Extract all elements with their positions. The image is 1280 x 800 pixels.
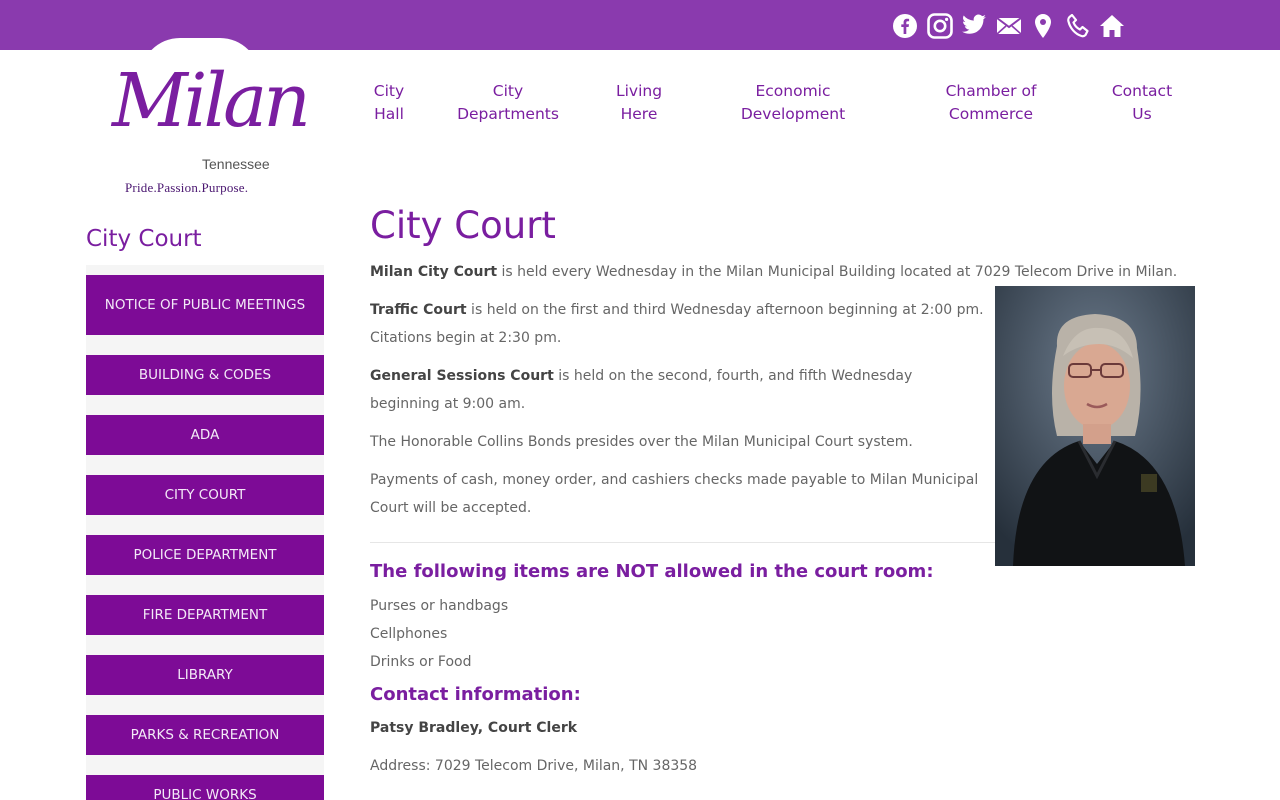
sidebar-title: City Court xyxy=(86,226,202,252)
phone-icon[interactable] xyxy=(1061,12,1096,40)
map-pin-icon[interactable] xyxy=(1026,12,1061,40)
logo-state: Tennessee xyxy=(202,156,270,172)
list-item: Drinks or Food xyxy=(370,654,472,670)
court-address: Address: 7029 Telecom Drive, Milan, TN 3… xyxy=(370,758,698,774)
contact-heading: Contact information: xyxy=(370,684,581,705)
nav-city-hall[interactable]: City Hall xyxy=(370,80,408,126)
list-item: Purses or handbags xyxy=(370,598,509,614)
sidebar-item-building-codes[interactable]: Building & Codes xyxy=(86,355,324,395)
sidebar-item-public-works[interactable]: Public Works xyxy=(86,775,324,800)
sidebar-item-ada[interactable]: ADA xyxy=(86,415,324,455)
court-clerk-photo xyxy=(995,286,1195,566)
twitter-icon[interactable] xyxy=(957,12,992,40)
sidebar-item-library[interactable]: Library xyxy=(86,655,324,695)
paragraph-general-sessions: General Sessions Court is held on the se… xyxy=(370,368,913,412)
mail-icon[interactable] xyxy=(992,12,1027,40)
logo-tagline: Pride.Passion.Purpose. xyxy=(125,180,249,195)
paragraph-payments: Payments of cash, money order, and cashi… xyxy=(370,472,979,516)
court-clerk-name: Patsy Bradley, Court Clerk xyxy=(370,720,578,736)
sidebar-item-police-department[interactable]: Police Department xyxy=(86,535,324,575)
sidebar-item-city-court[interactable]: City Court xyxy=(86,475,324,515)
home-icon[interactable] xyxy=(1095,12,1130,40)
facebook-icon[interactable] xyxy=(888,12,923,40)
not-allowed-heading: The following items are NOT allowed in t… xyxy=(370,561,934,582)
paragraph-judge: The Honorable Collins Bonds presides ove… xyxy=(370,434,913,450)
content-divider xyxy=(370,542,995,543)
sidebar-item-fire-department[interactable]: Fire Department xyxy=(86,595,324,635)
list-item: Cellphones xyxy=(370,626,448,642)
sidebar-item-notice-of-public-meetings[interactable]: Notice of Public Meetings xyxy=(86,275,324,335)
nav-living-here[interactable]: Living Here xyxy=(612,80,666,126)
nav-contact-us[interactable]: Contact Us xyxy=(1108,80,1176,126)
sidebar-item-parks-recreation[interactable]: Parks & Recreation xyxy=(86,715,324,755)
instagram-icon[interactable] xyxy=(923,12,958,40)
paragraph-traffic-court: Traffic Court is held on the first and t… xyxy=(370,302,984,346)
paragraph-city-court: Milan City Court is held every Wednesday… xyxy=(370,264,1178,280)
main-nav: City Hall City Departments Living Here Econ… xyxy=(0,80,1280,130)
page-title: City Court xyxy=(370,204,556,247)
social-links xyxy=(888,12,1130,40)
nav-chamber-of-commerce[interactable]: Chamber of Commerce xyxy=(940,80,1042,126)
nav-economic-development[interactable]: Economic Development xyxy=(736,80,850,126)
nav-city-departments[interactable]: City Departments xyxy=(452,80,564,126)
